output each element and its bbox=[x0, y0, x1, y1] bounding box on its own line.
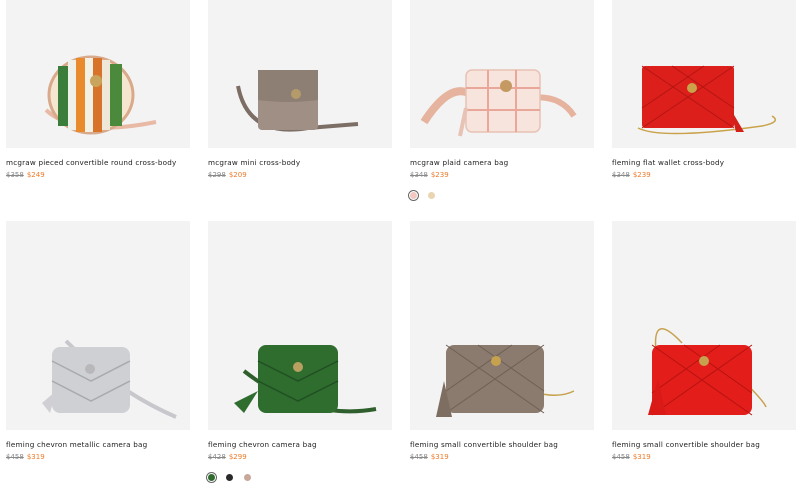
original-price: $458 bbox=[612, 453, 630, 461]
product-name[interactable]: mcgraw pieced convertible round cross-bo… bbox=[6, 158, 190, 167]
product-card[interactable]: mcgraw plaid camera bag $348 $239 bbox=[410, 0, 594, 199]
original-price: $458 bbox=[410, 453, 428, 461]
sale-price: $249 bbox=[26, 171, 45, 179]
round-striped-crossbody-bag-icon[interactable] bbox=[6, 0, 190, 148]
taupe-mini-crossbody-bag-icon[interactable] bbox=[208, 0, 392, 148]
product-name[interactable]: mcgraw mini cross-body bbox=[208, 158, 392, 167]
product-prices: $358 $249 bbox=[6, 171, 190, 179]
sale-price: $319 bbox=[430, 453, 449, 461]
product-prices: $458 $319 bbox=[6, 453, 190, 461]
product-prices: $458 $319 bbox=[410, 453, 594, 461]
sale-price: $319 bbox=[632, 453, 651, 461]
product-prices: $348 $239 bbox=[612, 171, 796, 179]
sale-price: $209 bbox=[228, 171, 247, 179]
silver-chevron-camera-bag-icon[interactable] bbox=[6, 221, 190, 430]
product-prices: $298 $209 bbox=[208, 171, 392, 179]
sale-price: $319 bbox=[26, 453, 45, 461]
product-card[interactable]: mcgraw mini cross-body $298 $209 bbox=[208, 0, 392, 179]
original-price: $428 bbox=[208, 453, 226, 461]
original-price: $458 bbox=[6, 453, 24, 461]
original-price: $358 bbox=[6, 171, 24, 179]
taupe-quilted-shoulder-bag-icon[interactable] bbox=[410, 221, 594, 430]
original-price: $298 bbox=[208, 171, 226, 179]
color-swatches bbox=[410, 185, 594, 199]
red-quilted-shoulder-bag-icon[interactable] bbox=[612, 221, 796, 430]
product-prices: $458 $319 bbox=[612, 453, 796, 461]
product-card[interactable]: fleming chevron camera bag $428 $299 bbox=[208, 221, 392, 481]
product-prices: $348 $239 bbox=[410, 171, 594, 179]
product-name[interactable]: fleming small convertible shoulder bag bbox=[612, 440, 796, 449]
sale-price: $239 bbox=[430, 171, 449, 179]
color-swatch[interactable] bbox=[226, 474, 234, 481]
original-price: $348 bbox=[410, 171, 428, 179]
product-name[interactable]: mcgraw plaid camera bag bbox=[410, 158, 594, 167]
product-name[interactable]: fleming small convertible shoulder bag bbox=[410, 440, 594, 449]
color-swatch[interactable] bbox=[428, 192, 436, 199]
product-card[interactable]: fleming small convertible shoulder bag $… bbox=[612, 221, 796, 461]
color-swatch[interactable] bbox=[208, 474, 215, 481]
product-name[interactable]: fleming chevron metallic camera bag bbox=[6, 440, 190, 449]
plaid-camera-bag-icon[interactable] bbox=[410, 0, 594, 148]
original-price: $348 bbox=[612, 171, 630, 179]
product-card[interactable]: fleming chevron metallic camera bag $458… bbox=[6, 221, 190, 461]
green-chevron-camera-bag-icon[interactable] bbox=[208, 221, 392, 430]
product-card[interactable]: fleming flat wallet cross-body $348 $239 bbox=[612, 0, 796, 179]
sale-price: $299 bbox=[228, 453, 247, 461]
sale-price: $239 bbox=[632, 171, 651, 179]
color-swatches bbox=[208, 467, 392, 481]
product-prices: $428 $299 bbox=[208, 453, 392, 461]
product-name[interactable]: fleming chevron camera bag bbox=[208, 440, 392, 449]
product-card[interactable]: mcgraw pieced convertible round cross-bo… bbox=[6, 0, 190, 179]
product-card[interactable]: fleming small convertible shoulder bag $… bbox=[410, 221, 594, 461]
color-swatch[interactable] bbox=[410, 192, 417, 199]
color-swatch[interactable] bbox=[244, 474, 252, 481]
product-name[interactable]: fleming flat wallet cross-body bbox=[612, 158, 796, 167]
red-quilted-wallet-crossbody-icon[interactable] bbox=[612, 0, 796, 148]
